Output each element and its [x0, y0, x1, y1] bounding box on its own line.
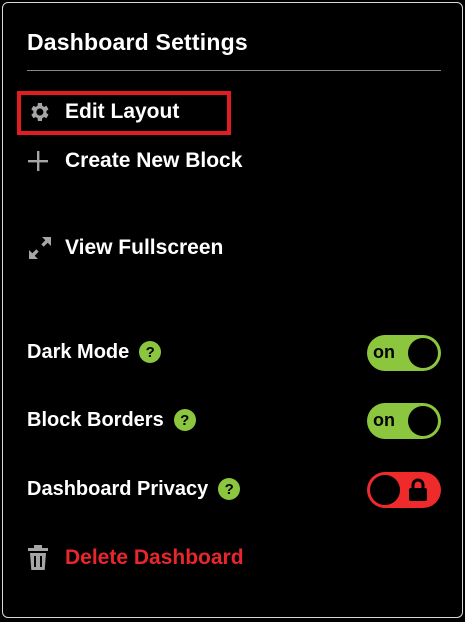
dashboard-privacy-help-icon[interactable]: ?: [218, 478, 241, 500]
edit-layout-label: Edit Layout: [65, 100, 180, 123]
toggle-knob: [370, 475, 400, 505]
dashboard-privacy-toggle[interactable]: [367, 472, 441, 508]
lock-icon: [407, 478, 429, 502]
dark-mode-label: Dark Mode: [27, 340, 130, 363]
delete-dashboard-button[interactable]: Delete Dashboard: [27, 545, 244, 571]
panel-title: Dashboard Settings: [27, 29, 248, 55]
plus-icon: [27, 148, 53, 174]
edit-layout-button[interactable]: Edit Layout: [27, 99, 179, 125]
block-borders-help-icon[interactable]: ?: [173, 409, 196, 431]
create-new-block-button[interactable]: Create New Block: [27, 148, 242, 174]
delete-dashboard-label: Delete Dashboard: [65, 546, 244, 569]
dark-mode-help-icon[interactable]: ?: [139, 341, 162, 363]
toggle-knob: [408, 406, 438, 436]
block-borders-toggle-state: on: [373, 410, 395, 430]
view-fullscreen-label: View Fullscreen: [65, 236, 224, 259]
block-borders-label: Block Borders: [27, 408, 164, 431]
dark-mode-toggle[interactable]: on: [367, 335, 441, 371]
dashboard-privacy-setting: Dashboard Privacy ?: [27, 470, 441, 508]
trash-icon: [27, 545, 53, 571]
block-borders-toggle[interactable]: on: [367, 403, 441, 439]
create-new-block-label: Create New Block: [65, 149, 243, 172]
dashboard-privacy-label: Dashboard Privacy: [27, 477, 209, 500]
view-fullscreen-button[interactable]: View Fullscreen: [27, 235, 223, 261]
gear-icon: [27, 99, 53, 125]
dashboard-settings-panel: Dashboard Settings Edit Layout Create Ne…: [2, 2, 463, 618]
toggle-knob: [408, 338, 438, 368]
expand-icon: [27, 235, 53, 261]
dark-mode-toggle-state: on: [373, 342, 395, 362]
title-divider: [27, 70, 441, 71]
dark-mode-setting: Dark Mode ? on: [27, 333, 441, 371]
block-borders-setting: Block Borders ? on: [27, 401, 441, 439]
